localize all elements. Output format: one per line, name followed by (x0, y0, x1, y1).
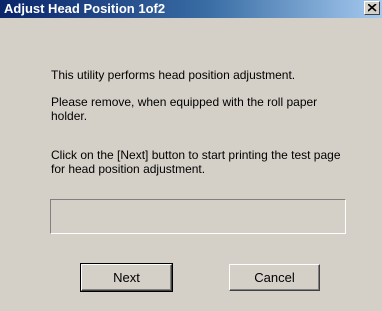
close-button[interactable] (364, 1, 380, 15)
next-button[interactable]: Next (80, 263, 173, 292)
progress-bar (50, 199, 346, 234)
adjust-head-dialog: Adjust Head Position 1of2 This utility p… (0, 0, 382, 311)
description-text: This utility performs head position adju… (51, 68, 296, 82)
title-bar[interactable]: Adjust Head Position 1of2 (0, 0, 382, 18)
instruction-remove-holder: Please remove, when equipped with the ro… (51, 95, 318, 123)
instruction-click-next: Click on the [Next] button to start prin… (51, 148, 341, 176)
cancel-button[interactable]: Cancel (229, 264, 320, 291)
close-icon (368, 4, 377, 12)
window-title: Adjust Head Position 1of2 (4, 1, 166, 16)
